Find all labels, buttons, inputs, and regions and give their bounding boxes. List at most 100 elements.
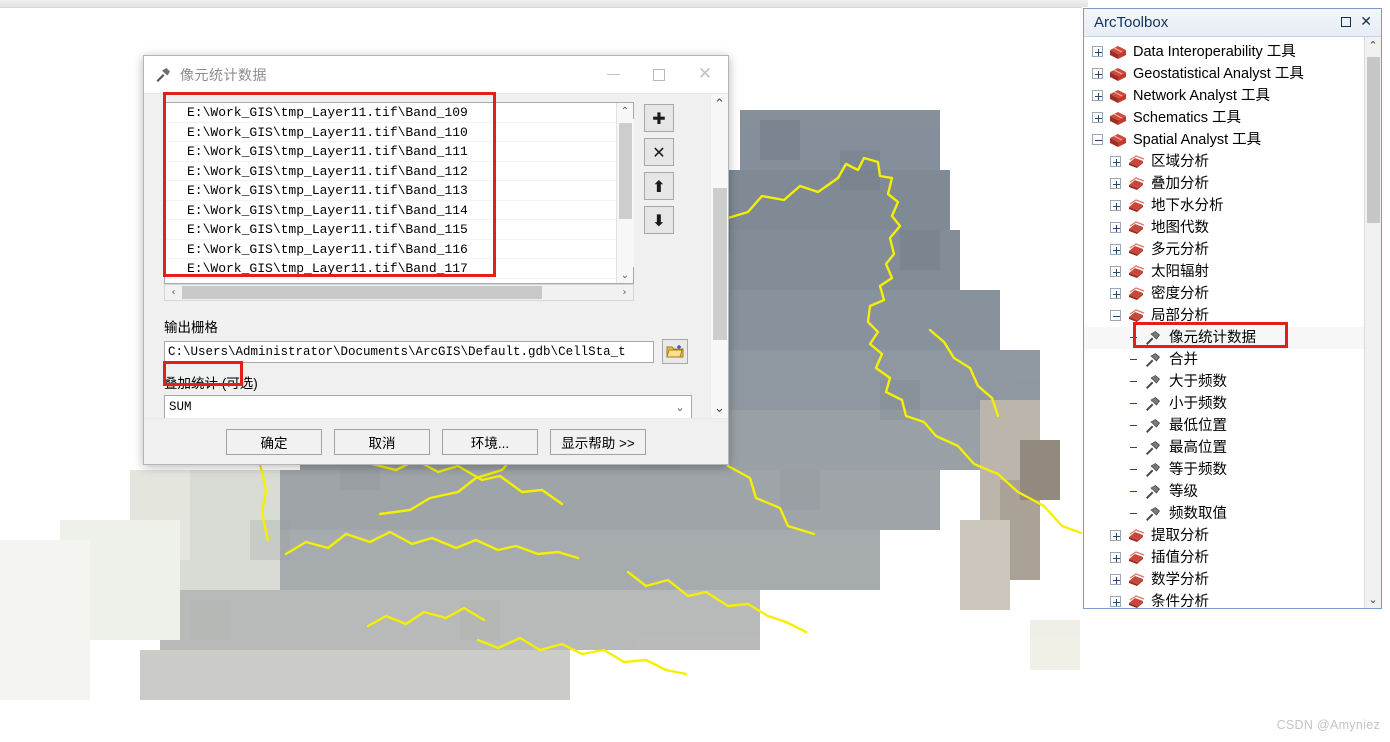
expand-icon[interactable] [1110, 596, 1121, 608]
raster-list-item[interactable]: E:\Work_GIS\tmp_Layer11.tif\Band_109 [165, 103, 616, 123]
expand-icon[interactable] [1092, 90, 1103, 102]
folder-browse-icon[interactable] [662, 339, 688, 364]
raster-list-item[interactable]: E:\Work_GIS\tmp_Layer11.tif\Band_114 [165, 201, 616, 220]
tree-item-toolset[interactable]: 地下水分析 [1084, 195, 1364, 217]
expand-icon[interactable] [1110, 222, 1121, 234]
tree-item-toolset[interactable]: Geostatistical Analyst 工具 [1084, 63, 1364, 85]
cell-statistics-dialog[interactable]: 像元统计数据 ✕ E:\Work_GIS\tmp_Layer11.tif\Ban… [143, 55, 729, 465]
tree-item-toolset[interactable]: Spatial Analyst 工具 [1084, 129, 1364, 151]
tree-item-tool[interactable]: 最高位置 [1084, 437, 1364, 459]
raster-list-item[interactable]: E:\Work_GIS\tmp_Layer11.tif\Band_115 [165, 220, 616, 240]
expand-icon[interactable] [1110, 156, 1121, 168]
remove-raster-button[interactable]: ✕ [644, 138, 674, 166]
raster-list-item[interactable]: E:\Work_GIS\tmp_Layer11.tif\Band_116 [165, 240, 616, 259]
atb-scroll-thumb[interactable] [1366, 56, 1380, 223]
tree-item-toolset[interactable]: 太阳辐射 [1084, 261, 1364, 283]
dialog-scroll-thumb[interactable] [712, 188, 727, 340]
raster-list-box[interactable]: E:\Work_GIS\tmp_Layer11.tif\Band_109 E:\W… [164, 102, 634, 284]
tree-item-toolset[interactable]: Data Interoperability 工具 [1084, 41, 1364, 63]
tree-item-toolset[interactable]: 区域分析 [1084, 151, 1364, 173]
tree-item-tool[interactable]: 像元统计数据 [1084, 326, 1364, 349]
raster-list-item[interactable]: E:\Work_GIS\tmp_Layer11.tif\Band_113 [165, 181, 616, 201]
expand-icon[interactable] [1092, 68, 1103, 80]
hscroll-track[interactable] [182, 285, 616, 300]
overlay-statistic-dropdown[interactable]: SUM ⌄ [164, 395, 692, 418]
raster-list-item[interactable]: E:\Work_GIS\tmp_Layer11.tif\Band_111 [165, 142, 616, 162]
expand-icon[interactable] [1110, 178, 1121, 190]
scroll-thumb[interactable] [618, 123, 632, 219]
scroll-up-icon[interactable]: ⌃ [617, 103, 634, 119]
scroll-right-icon[interactable]: › [616, 285, 633, 300]
arctoolbox-vertical-scrollbar[interactable]: ⌃ ⌄ [1364, 36, 1382, 608]
scroll-track[interactable] [616, 119, 634, 267]
expand-icon[interactable] [1110, 288, 1121, 300]
show-help-button[interactable]: 显示帮助 >> [550, 428, 646, 455]
ok-button[interactable]: 确定 [226, 428, 322, 455]
output-raster-input[interactable]: C:\Users\Administrator\Documents\ArcGIS\… [164, 340, 654, 363]
arctoolbox-title-bar[interactable]: ArcToolbox ✕ [1084, 9, 1381, 37]
tree-item-toolset[interactable]: 插值分析 [1084, 547, 1364, 569]
dialog-scroll-up-icon[interactable]: ⌃ [711, 94, 729, 114]
expand-icon[interactable] [1110, 266, 1121, 278]
tree-item-toolset[interactable]: 地图代数 [1084, 217, 1364, 239]
tree-item-label: 地下水分析 [1151, 197, 1224, 214]
raster-list-item[interactable]: E:\Work_GIS\tmp_Layer11.tif\Band_117 [165, 259, 616, 279]
raster-list[interactable]: E:\Work_GIS\tmp_Layer11.tif\Band_109 E:\W… [165, 103, 616, 283]
tree-item-toolset[interactable]: 多元分析 [1084, 239, 1364, 261]
tree-item-toolset[interactable]: 密度分析 [1084, 283, 1364, 305]
tree-item-toolset[interactable]: Network Analyst 工具 [1084, 85, 1364, 107]
atb-scroll-down-icon[interactable]: ⌄ [1365, 590, 1382, 608]
atb-scroll-up-icon[interactable]: ⌃ [1365, 37, 1382, 55]
add-raster-button[interactable]: ✚ [644, 104, 674, 132]
dialog-close-button[interactable]: ✕ [682, 56, 728, 93]
tree-item-tool[interactable]: 大于频数 [1084, 371, 1364, 393]
expand-icon[interactable] [1110, 552, 1121, 564]
toolset-icon [1126, 176, 1146, 192]
hscroll-thumb[interactable] [182, 286, 542, 299]
tree-item-tool[interactable]: 频数取值 [1084, 503, 1364, 525]
raster-list-horizontal-scrollbar[interactable]: ‹ › [164, 284, 634, 301]
tree-item-toolset[interactable]: 提取分析 [1084, 525, 1364, 547]
raster-list-item[interactable]: E:\Work_GIS\tmp_Layer11.tif\Band_112 [165, 162, 616, 181]
arctoolbox-restore-icon[interactable] [1341, 17, 1352, 28]
move-down-button[interactable]: ⬇ [644, 206, 674, 234]
atb-scroll-track[interactable] [1364, 54, 1381, 590]
arctoolbox-close-icon[interactable]: ✕ [1360, 15, 1372, 29]
chevron-down-icon[interactable]: ⌄ [669, 401, 691, 414]
tree-item-toolset[interactable]: 条件分析 [1084, 591, 1364, 608]
collapse-icon[interactable] [1092, 134, 1103, 146]
dialog-scroll-down-icon[interactable]: ⌄ [711, 398, 729, 418]
tree-item-toolset[interactable]: 数学分析 [1084, 569, 1364, 591]
expand-icon[interactable] [1092, 112, 1103, 124]
expand-icon[interactable] [1110, 200, 1121, 212]
dialog-title-bar[interactable]: 像元统计数据 ✕ [144, 56, 728, 94]
tree-item-tool[interactable]: 等级 [1084, 481, 1364, 503]
arctoolbox-panel[interactable]: ArcToolbox ✕ Data Interoperability 工具 Geo… [1083, 8, 1382, 609]
raster-list-item[interactable]: E:\Work_GIS\tmp_Layer11.tif\Band_110 [165, 123, 616, 142]
expand-icon[interactable] [1110, 574, 1121, 586]
tree-item-tool[interactable]: 等于频数 [1084, 459, 1364, 481]
toolset-icon [1126, 198, 1146, 214]
tree-item-toolset[interactable]: 局部分析 [1084, 305, 1364, 327]
tree-item-tool[interactable]: 最低位置 [1084, 415, 1364, 437]
expand-icon[interactable] [1092, 46, 1103, 58]
raster-list-vertical-scrollbar[interactable]: ⌃ ⌄ [616, 103, 634, 283]
move-up-button[interactable]: ⬆ [644, 172, 674, 200]
arctoolbox-tree[interactable]: Data Interoperability 工具 Geostatistical A… [1084, 37, 1364, 608]
dialog-maximize-button[interactable] [636, 56, 682, 93]
cancel-button[interactable]: 取消 [334, 428, 430, 455]
tree-item-toolset[interactable]: 叠加分析 [1084, 173, 1364, 195]
tree-item-tool[interactable]: 合并 [1084, 349, 1364, 371]
scroll-down-icon[interactable]: ⌄ [617, 267, 634, 283]
tree-item-tool[interactable]: 小于频数 [1084, 393, 1364, 415]
dialog-minimize-button[interactable] [590, 56, 636, 93]
scroll-left-icon[interactable]: ‹ [165, 285, 182, 300]
expand-icon[interactable] [1110, 530, 1121, 542]
dialog-scroll-track[interactable] [711, 114, 729, 398]
dialog-vertical-scrollbar[interactable]: ⌃ ⌄ [710, 94, 728, 418]
collapse-icon[interactable] [1110, 310, 1121, 322]
toolbox-icon [1108, 44, 1128, 60]
expand-icon[interactable] [1110, 244, 1121, 256]
environments-button[interactable]: 环境... [442, 428, 538, 455]
tree-item-toolset[interactable]: Schematics 工具 [1084, 107, 1364, 129]
